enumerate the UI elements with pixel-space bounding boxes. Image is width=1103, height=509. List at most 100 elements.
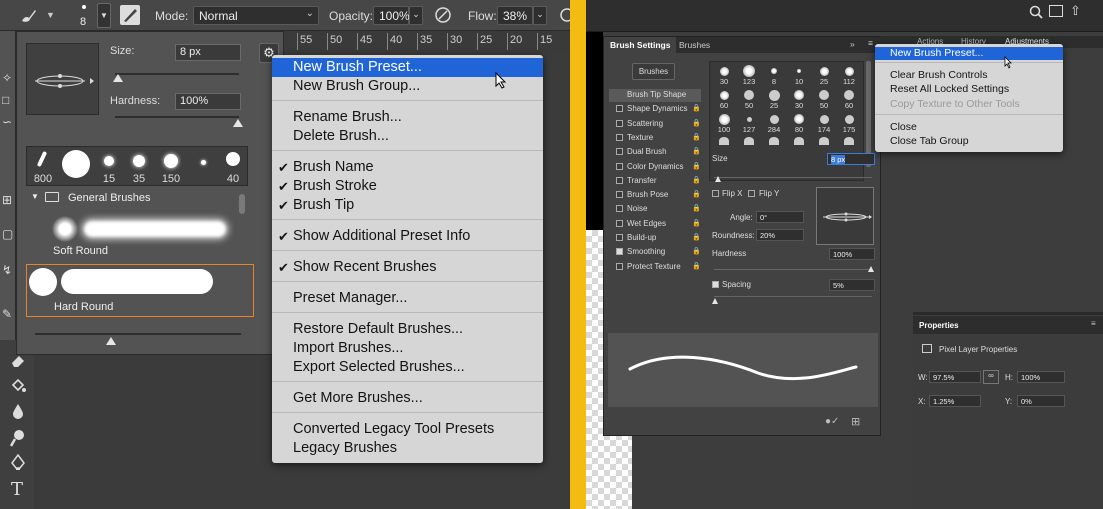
menu-item[interactable]: Rename Brush...: [272, 108, 543, 127]
brush-tip[interactable]: 25: [764, 88, 784, 110]
size-field[interactable]: 8 px: [175, 44, 241, 61]
roundness-field[interactable]: 20%: [756, 229, 804, 241]
lock-icon[interactable]: 🔒: [692, 204, 701, 212]
brush-tip[interactable]: 8: [764, 64, 784, 86]
brush-tool-icon[interactable]: [19, 7, 37, 26]
lock-icon[interactable]: 🔒: [692, 162, 701, 170]
spacing-checkbox[interactable]: [712, 281, 719, 288]
marquee-tool-icon[interactable]: □: [2, 93, 9, 107]
menu-item[interactable]: Converted Legacy Tool Presets: [272, 420, 543, 439]
lock-icon[interactable]: 🔒: [692, 133, 701, 141]
workspace-icon[interactable]: [1049, 5, 1063, 17]
option-checkbox[interactable]: [616, 105, 623, 113]
brush-tip[interactable]: 100: [714, 112, 734, 134]
brush-tool-icon[interactable]: ✎: [2, 307, 12, 321]
brush-option[interactable]: Wet Edges 🔒: [609, 218, 701, 231]
brush-option[interactable]: Build-up 🔒: [609, 232, 701, 245]
menu-item[interactable]: ✔ Show Recent Brushes: [272, 258, 543, 277]
brush-tip[interactable]: 112: [839, 64, 859, 86]
brush-tip[interactable]: 284: [764, 112, 784, 134]
flow-field[interactable]: 38%: [497, 6, 533, 25]
search-icon[interactable]: [1029, 5, 1043, 24]
brush-tip[interactable]: 30: [789, 88, 809, 110]
hardness-slider-knob[interactable]: [233, 119, 243, 127]
size-slider-knob[interactable]: [113, 74, 123, 82]
y-field[interactable]: 0%: [1017, 395, 1065, 407]
brush-option[interactable]: Color Dynamics 🔒: [609, 161, 701, 174]
option-checkbox[interactable]: [616, 133, 623, 141]
paint-bucket-tool-icon[interactable]: [10, 378, 26, 399]
new-preset-icon[interactable]: ⊞: [851, 415, 860, 428]
lock-icon[interactable]: 🔒: [692, 219, 701, 227]
lock-icon[interactable]: 🔒: [692, 119, 701, 127]
brush-tip[interactable]: 123: [739, 64, 759, 86]
hardness-slider[interactable]: [714, 269, 872, 270]
menu-item[interactable]: Get More Brushes...: [272, 389, 543, 408]
crop-tool-icon[interactable]: ⊞: [2, 193, 12, 207]
size-slider[interactable]: [714, 177, 872, 178]
brush-option[interactable]: Transfer 🔒: [609, 175, 701, 188]
menu-item[interactable]: Legacy Brushes: [272, 439, 543, 458]
lock-icon[interactable]: 🔒: [692, 247, 701, 255]
hardness-slider[interactable]: [115, 116, 239, 118]
dodge-tool-icon[interactable]: [9, 429, 26, 452]
brush-preset-hard-round[interactable]: Hard Round: [26, 264, 254, 317]
share-icon[interactable]: ⇧: [1070, 3, 1081, 19]
size-slider[interactable]: [115, 73, 239, 75]
menu-item[interactable]: New Brush Preset...: [875, 47, 1063, 60]
frame-tool-icon[interactable]: ▢: [2, 227, 13, 241]
opacity-field[interactable]: 100%: [373, 6, 410, 25]
lock-icon[interactable]: 🔒: [692, 233, 701, 241]
x-field[interactable]: 1.25%: [929, 395, 981, 407]
recent-brush[interactable]: [187, 147, 219, 187]
brushes-button[interactable]: Brushes: [632, 63, 675, 80]
brush-tip-partial[interactable]: [794, 137, 804, 145]
preview-size-slider-knob[interactable]: [106, 337, 116, 345]
recent-brush[interactable]: 800: [27, 147, 59, 187]
move-tool-icon[interactable]: ✧: [2, 71, 12, 85]
brush-option[interactable]: Texture 🔒: [609, 132, 701, 145]
recent-brush[interactable]: [59, 147, 91, 187]
menu-item[interactable]: Close Tab Group: [875, 135, 1063, 148]
option-checkbox[interactable]: [616, 176, 623, 184]
eyedropper-tool-icon[interactable]: ↯: [2, 263, 12, 277]
brush-tip-partial[interactable]: [819, 137, 829, 145]
angle-roundness-widget[interactable]: [816, 187, 874, 245]
brush-settings-icon[interactable]: [120, 5, 140, 25]
pen-tool-icon[interactable]: [10, 453, 26, 477]
size-field[interactable]: 8 px: [827, 153, 875, 165]
brush-size-preview[interactable]: 8: [73, 2, 95, 29]
menu-item[interactable]: Export Selected Brushes...: [272, 358, 543, 377]
menu-item[interactable]: Import Brushes...: [272, 339, 543, 358]
toggle-bristle-preview-icon[interactable]: ●✓: [825, 416, 839, 427]
option-checkbox[interactable]: [616, 162, 623, 170]
panel-menu-icon[interactable]: ≡: [1091, 319, 1096, 328]
brush-picker-toggle[interactable]: ▼: [97, 3, 111, 28]
menu-item[interactable]: Preset Manager...: [272, 289, 543, 308]
brush-tip[interactable]: 80: [789, 112, 809, 134]
option-checkbox[interactable]: [616, 148, 623, 156]
lock-icon[interactable]: 🔒: [692, 262, 701, 270]
brush-tip[interactable]: 60: [714, 88, 734, 110]
option-checkbox[interactable]: [616, 119, 623, 127]
brush-group-header[interactable]: ▼ General Brushes: [26, 189, 254, 207]
tab-brushes[interactable]: Brushes: [679, 40, 710, 50]
collapse-icon[interactable]: »: [850, 39, 855, 49]
h-field[interactable]: 100%: [1017, 371, 1065, 383]
brush-tip[interactable]: 174: [814, 112, 834, 134]
recent-brush[interactable]: 35: [123, 147, 155, 187]
menu-item[interactable]: ✔ Brush Tip: [272, 196, 543, 215]
menu-item[interactable]: Reset All Locked Settings: [875, 83, 1063, 96]
tip-grid-scrollbar[interactable]: [866, 61, 871, 167]
recent-brush[interactable]: 15: [93, 147, 125, 187]
pressure-opacity-icon[interactable]: [434, 6, 452, 27]
brush-tip[interactable]: 50: [739, 88, 759, 110]
tab-brush-settings[interactable]: Brush Settings: [604, 37, 677, 53]
brush-tip-partial[interactable]: [769, 137, 779, 145]
flow-chevron-icon[interactable]: ⌄: [533, 6, 547, 25]
w-field[interactable]: 97.5%: [929, 371, 981, 383]
brush-tip[interactable]: 175: [839, 112, 859, 134]
brush-tip[interactable]: 10: [789, 64, 809, 86]
brush-tip-partial[interactable]: [719, 137, 729, 145]
brush-option[interactable]: Dual Brush 🔒: [609, 146, 701, 159]
